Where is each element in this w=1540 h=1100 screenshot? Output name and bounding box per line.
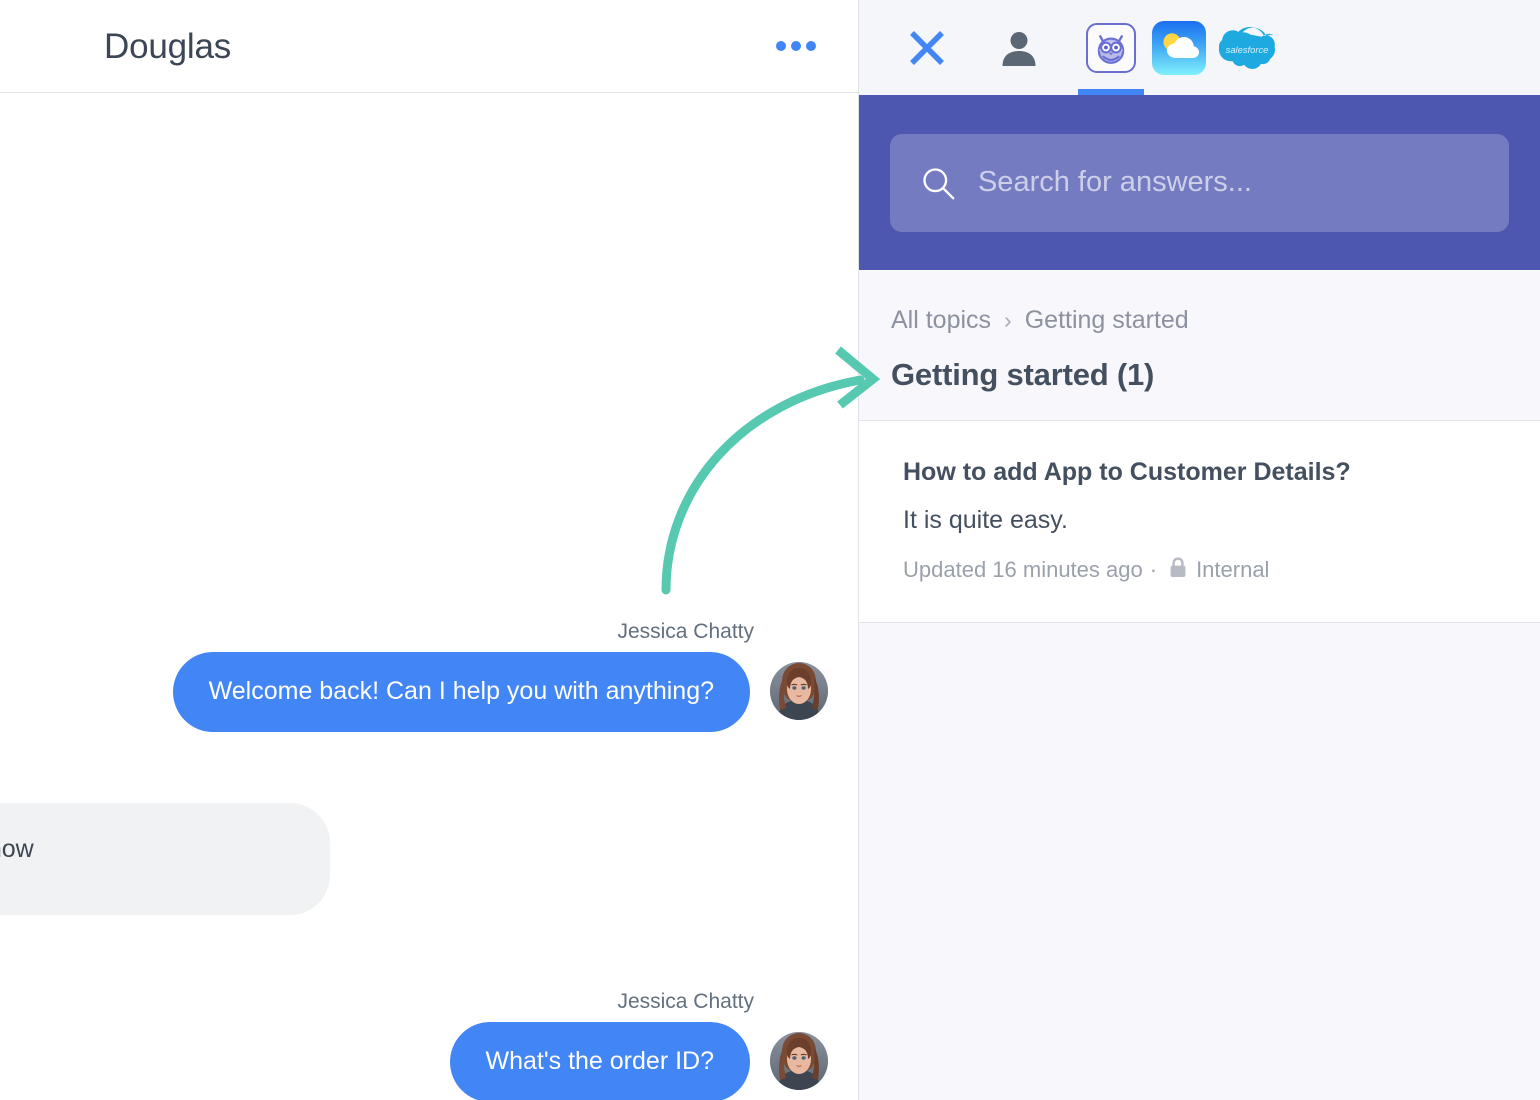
article-title: How to add App to Customer Details? bbox=[903, 458, 1351, 486]
chat-header: Douglas bbox=[0, 0, 858, 93]
message-sender-name: Jessica Chatty bbox=[617, 990, 754, 1013]
close-panel-button[interactable] bbox=[893, 0, 961, 95]
app-salesforce[interactable]: salesforce bbox=[1213, 0, 1281, 95]
article-updated: Updated 16 minutes ago bbox=[903, 556, 1143, 582]
knowledge-search-area bbox=[859, 95, 1540, 270]
chat-panel: Douglas Jessica Chatty Welcome back! Can… bbox=[0, 0, 859, 1100]
knowledge-panel: salesforce All topics › Getting started … bbox=[859, 0, 1540, 1100]
article-visibility: Internal bbox=[1196, 556, 1270, 582]
ellipsis-icon bbox=[776, 41, 786, 51]
app-switcher-bar: salesforce bbox=[859, 0, 1540, 95]
person-icon bbox=[1002, 31, 1036, 66]
message-row: se but I don't know bbox=[0, 803, 330, 915]
knowledge-header: All topics › Getting started Getting sta… bbox=[859, 270, 1540, 421]
active-tab-indicator bbox=[1078, 89, 1144, 95]
meta-separator: · bbox=[1149, 556, 1158, 582]
page-title: Douglas bbox=[104, 26, 232, 66]
app-contact[interactable] bbox=[985, 0, 1053, 95]
message-bubble[interactable]: Welcome back! Can I help you with anythi… bbox=[172, 652, 750, 732]
close-icon bbox=[910, 30, 944, 65]
article-list: How to add App to Customer Details? It i… bbox=[859, 421, 1540, 623]
message-bubble[interactable]: se but I don't know bbox=[0, 803, 330, 915]
ellipsis-icon bbox=[791, 41, 801, 51]
chat-message-list[interactable]: Jessica Chatty Welcome back! Can I help … bbox=[0, 93, 858, 1100]
avatar bbox=[770, 1032, 828, 1090]
article-meta: Updated 16 minutes ago · Internal bbox=[903, 557, 1508, 582]
app-root: Douglas Jessica Chatty Welcome back! Can… bbox=[0, 0, 1540, 1100]
chevron-right-icon: › bbox=[1004, 307, 1012, 333]
more-options-button[interactable] bbox=[770, 35, 822, 57]
message-bubble[interactable]: What's the order ID? bbox=[449, 1022, 750, 1100]
breadcrumb: All topics › Getting started bbox=[891, 308, 1540, 333]
breadcrumb-root[interactable]: All topics bbox=[891, 308, 991, 333]
message-row: Welcome back! Can I help you with anythi… bbox=[0, 652, 858, 732]
salesforce-cloud-icon: salesforce bbox=[1219, 26, 1275, 69]
avatar bbox=[770, 662, 828, 720]
topic-title: Getting started (1) bbox=[891, 357, 1155, 392]
ellipsis-icon bbox=[806, 41, 816, 51]
list-item[interactable]: How to add App to Customer Details? It i… bbox=[859, 421, 1540, 623]
salesforce-wordmark: salesforce bbox=[1226, 44, 1269, 55]
owl-icon bbox=[1097, 34, 1125, 64]
message-group: Jessica Chatty Welcome back! Can I help … bbox=[0, 621, 858, 732]
weather-icon bbox=[1152, 20, 1206, 75]
search-input[interactable] bbox=[975, 165, 1479, 200]
lock-icon bbox=[1169, 557, 1187, 582]
app-weather[interactable] bbox=[1145, 0, 1213, 95]
message-row: What's the order ID? bbox=[0, 1022, 858, 1100]
message-group: Jessica Chatty What's the order ID? bbox=[0, 991, 858, 1100]
app-knowledge-owl[interactable] bbox=[1077, 0, 1145, 95]
breadcrumb-current[interactable]: Getting started bbox=[1025, 308, 1189, 333]
search-icon bbox=[923, 167, 955, 199]
article-snippet: It is quite easy. bbox=[903, 506, 1068, 534]
search-box[interactable] bbox=[890, 133, 1509, 232]
message-sender-name: Jessica Chatty bbox=[617, 620, 754, 643]
owl-frame bbox=[1086, 22, 1136, 73]
